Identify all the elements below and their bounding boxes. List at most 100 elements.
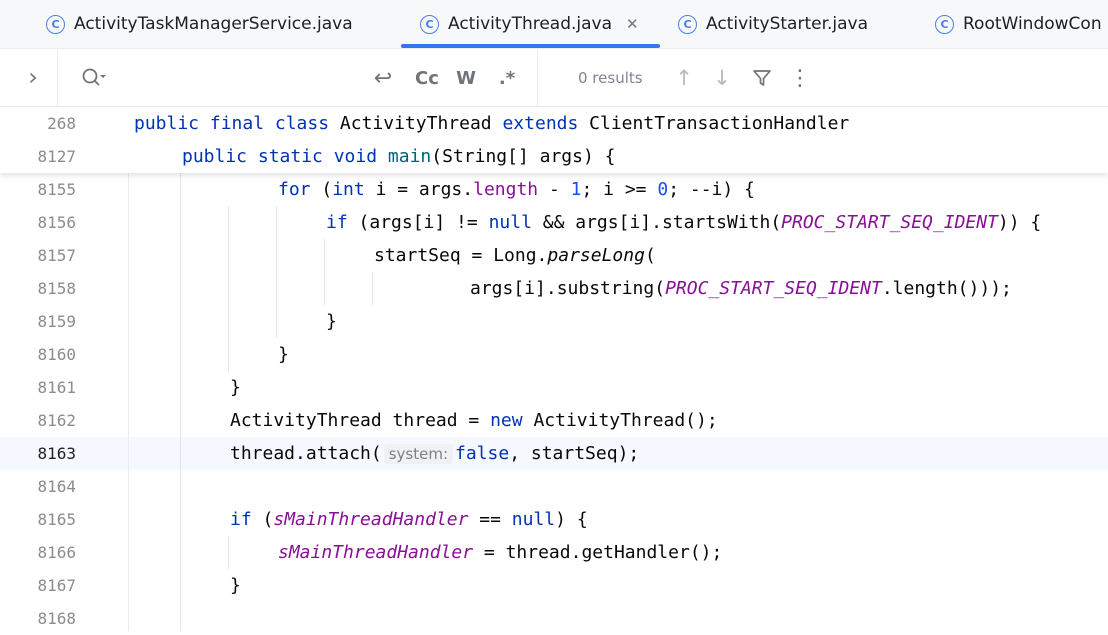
code-token: thread.attach( [230,443,382,464]
line-number: 8166 [37,543,76,562]
line-number: 8162 [37,411,76,430]
code-token: ClientTransactionHandler [589,113,850,134]
code-token: false [455,443,510,464]
code-line[interactable]: 8160} [0,338,1108,371]
code-line[interactable]: 8157 startSeq = Long.parseLong( [0,239,1108,272]
line-number: 8155 [37,180,76,199]
tab-activity-starter[interactable]: C ActivityStarter.java [678,0,868,48]
gutter-divider [128,173,129,631]
code-token: 1 [570,179,582,200]
code-text: public static void main(String[] args) { [182,140,616,173]
code-text: startSeq = Long.parseLong( [374,239,656,272]
code-text: } [230,569,241,602]
line-number: 8165 [37,510,76,529]
code-text: if (args[i] != null && args[i].startsWit… [326,206,1041,239]
code-line[interactable]: 8159} [0,305,1108,338]
code-token: new [490,410,534,431]
code-token: length [473,179,539,200]
code-token: null [488,212,543,233]
class-icon: C [678,14,697,34]
code-line[interactable]: 8158 args[i].substring(PROC_START_SEQ_IDE… [0,272,1108,305]
code-token: ActivityThread thread = [230,410,491,431]
tab-activity-task-manager-service[interactable]: C ActivityTaskManagerService.java [46,0,353,48]
expand-replace-icon[interactable]: › [20,61,46,93]
match-case-button[interactable]: Cc [412,61,442,95]
line-number: 8156 [37,213,76,232]
code-token: extends [502,113,590,134]
tab-label: ActivityThread.java [448,14,613,34]
code-text: for (int i = args.length - 1; i >= 0; --… [278,173,755,206]
line-number: 268 [47,114,76,133]
code-token: parseLong [547,245,645,266]
code-token: == [468,509,512,530]
code-line[interactable]: 8156 if (args[i] != null && args[i].start… [0,206,1108,239]
code-token: - [538,179,571,200]
code-token: && args[i].startsWith( [542,212,782,233]
code-token: } [230,575,241,596]
code-token: null [511,509,556,530]
search-icon[interactable] [78,63,110,93]
replace-icon[interactable]: ↩ [368,61,398,95]
code-line[interactable]: 8167} [0,569,1108,602]
code-line[interactable]: 8155 for (int i = args.length - 1; i >= 0… [0,173,1108,206]
code-line[interactable]: 8161} [0,371,1108,404]
line-number: 8159 [37,312,76,331]
line-number: 8158 [37,279,76,298]
code-line[interactable]: 8163 thread.attach(system: false, startSeq… [0,437,1108,470]
editor-tab-bar: C ActivityTaskManagerService.java C Acti… [0,0,1108,49]
code-token: ; i >= [581,179,658,200]
code-token: .length())); [881,278,1012,299]
code-line[interactable]: 8162 ActivityThread thread = new Activity… [0,404,1108,437]
code-line[interactable]: 8164 [0,470,1108,503]
code-token: } [326,311,337,332]
code-token: for [278,179,322,200]
sticky-lines-panel: 268 public final class ActivityThread ext… [0,107,1108,173]
code-token: ( [262,509,274,530]
code-token: int [332,179,376,200]
code-token: (args[i] != [358,212,489,233]
find-toolbar: › ↩ Cc W .* 0 results ↑ ↓ ⋮ [0,49,1108,107]
line-number: 8163 [37,444,76,463]
code-text: } [230,371,241,404]
code-token: ( [321,179,333,200]
regex-button[interactable]: .* [493,61,521,95]
line-number: 8167 [37,576,76,595]
code-text: sMainThreadHandler = thread.getHandler()… [278,536,722,569]
code-editor[interactable]: 8155 for (int i = args.length - 1; i >= 0… [0,173,1108,631]
code-token: public final class [134,113,340,134]
code-token: 0 [657,179,669,200]
code-line[interactable]: 8166 sMainThreadHandler = thread.getHandl… [0,536,1108,569]
next-occurrence-icon[interactable]: ↓ [708,61,736,95]
line-number: 8157 [37,246,76,265]
code-text: args[i].substring(PROC_START_SEQ_IDENT.l… [470,272,1012,305]
code-text: if (sMainThreadHandler == null) { [230,503,588,536]
code-line[interactable]: 8127 public static void main(String[] arg… [0,140,1108,173]
code-line[interactable]: 268 public final class ActivityThread ext… [0,107,1108,140]
previous-occurrence-icon[interactable]: ↑ [670,61,698,95]
words-button[interactable]: W [452,61,480,95]
class-icon: C [935,14,954,34]
divider [537,49,538,106]
code-line[interactable]: 8168 [0,602,1108,635]
line-number: 8164 [37,477,76,496]
code-token: startSeq = Long. [374,245,548,266]
code-token: sMainThreadHandler [273,509,469,530]
filter-icon[interactable] [748,63,776,93]
code-token: } [278,344,289,365]
tab-root-window-container[interactable]: C RootWindowCon [935,0,1102,48]
code-token: ) { [555,509,588,530]
code-token: public static void [182,146,388,167]
code-token: ActivityThread(); [533,410,718,431]
more-options-icon[interactable]: ⋮ [786,61,814,95]
code-token: main [387,146,432,167]
code-line[interactable]: 8165 if (sMainThreadHandler == null) { [0,503,1108,536]
tab-label: ActivityTaskManagerService.java [74,14,353,34]
tab-activity-thread[interactable]: C ActivityThread.java ✕ [401,0,660,48]
indent-guide [228,206,229,371]
code-token: PROC_START_SEQ_IDENT [781,212,998,233]
class-icon: C [420,14,439,34]
close-icon[interactable]: ✕ [626,15,639,33]
code-token: if [326,212,359,233]
code-text: } [326,305,337,338]
code-text: } [278,338,289,371]
